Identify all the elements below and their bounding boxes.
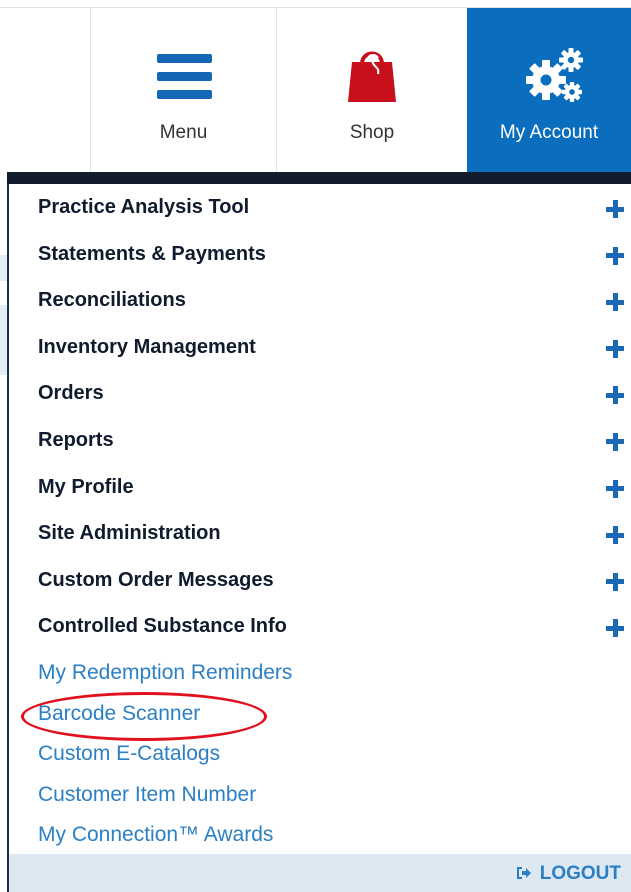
my-connection-awards-link[interactable]: My Connection™ Awards [38, 823, 273, 847]
top-border [0, 0, 631, 8]
plus-icon[interactable] [606, 246, 624, 265]
plus-icon[interactable] [606, 526, 624, 545]
link-item: My Connection™ Awards [9, 815, 631, 856]
logout-icon [516, 866, 532, 880]
link-item: Customer Item Number [9, 775, 631, 816]
menu-item-reconciliations[interactable]: Reconciliations [9, 278, 631, 325]
menu-item-label: Orders [38, 382, 104, 405]
plus-icon[interactable] [606, 479, 624, 498]
menu-item-practice-analysis-tool[interactable]: Practice Analysis Tool [9, 185, 631, 232]
plus-icon[interactable] [606, 572, 624, 591]
shopping-bag-icon [348, 51, 396, 102]
menu-item-custom-order-messages[interactable]: Custom Order Messages [9, 558, 631, 605]
account-links-list: My Redemption Reminders Barcode Scanner … [9, 653, 631, 856]
customer-item-number-link[interactable]: Customer Item Number [38, 783, 256, 807]
hamburger-menu-icon [157, 54, 212, 99]
menu-item-controlled-substance-info[interactable]: Controlled Substance Info [9, 604, 631, 651]
account-dropdown-panel: Practice Analysis Tool Statements & Paym… [7, 172, 631, 892]
menu-item-label: Site Administration [38, 522, 221, 545]
menu-item-label: Reconciliations [38, 289, 186, 312]
logout-label: LOGOUT [539, 863, 621, 884]
tab-shop[interactable]: Shop [277, 8, 467, 172]
my-redemption-reminders-link[interactable]: My Redemption Reminders [38, 661, 292, 685]
menu-item-label: Custom Order Messages [38, 568, 274, 591]
logout-button[interactable]: LOGOUT [516, 863, 621, 885]
plus-icon[interactable] [606, 386, 624, 405]
highlight-annotation [21, 692, 267, 741]
custom-e-catalogs-link[interactable]: Custom E-Catalogs [38, 742, 220, 766]
tab-menu-label: Menu [159, 122, 208, 143]
plus-icon[interactable] [606, 619, 624, 638]
menu-item-reports[interactable]: Reports [9, 418, 631, 465]
plus-icon[interactable] [606, 200, 624, 218]
expandable-menu-list: Practice Analysis Tool Statements & Paym… [9, 185, 631, 651]
menu-item-label: Practice Analysis Tool [38, 196, 250, 218]
gears-icon [526, 48, 583, 102]
menu-item-label: My Profile [38, 475, 134, 498]
panel-footer: LOGOUT [9, 854, 631, 892]
tab-my-account[interactable]: My Account [467, 8, 631, 172]
menu-item-my-profile[interactable]: My Profile [9, 465, 631, 512]
link-item: Custom E-Catalogs [9, 734, 631, 775]
tab-my-account-label: My Account [499, 122, 599, 143]
menu-item-label: Reports [38, 428, 114, 451]
tab-menu[interactable]: Menu [90, 8, 277, 172]
menu-item-orders[interactable]: Orders [9, 371, 631, 418]
menu-item-inventory-management[interactable]: Inventory Management [9, 325, 631, 372]
menu-item-statements-payments[interactable]: Statements & Payments [9, 232, 631, 279]
menu-item-label: Statements & Payments [38, 242, 266, 265]
plus-icon[interactable] [606, 339, 624, 358]
plus-icon[interactable] [606, 432, 624, 451]
menu-item-site-administration[interactable]: Site Administration [9, 511, 631, 558]
panel-top-bar [7, 172, 631, 184]
menu-item-label: Controlled Substance Info [38, 615, 287, 638]
menu-item-label: Inventory Management [38, 335, 256, 358]
tab-shop-label: Shop [349, 122, 395, 143]
top-navigation: Menu Shop My Account [0, 0, 631, 172]
link-item: My Redemption Reminders [9, 653, 631, 694]
plus-icon[interactable] [606, 293, 624, 312]
